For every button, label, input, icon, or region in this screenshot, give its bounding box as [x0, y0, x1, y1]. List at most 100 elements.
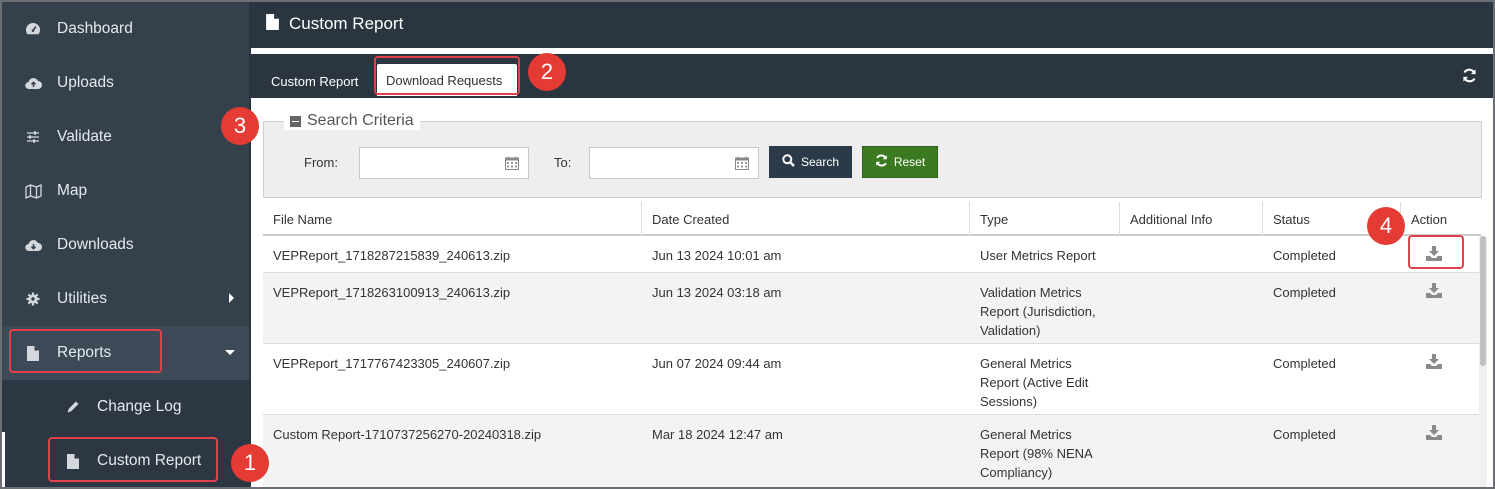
- download-icon[interactable]: [1426, 354, 1442, 372]
- sidebar-item-validate[interactable]: Validate: [2, 110, 249, 164]
- reset-button-label: Reset: [893, 155, 926, 169]
- highlight-reports: [9, 329, 162, 373]
- table-row[interactable]: VEPReport_1718263100913_240613.zip Jun 1…: [263, 273, 1481, 344]
- sidebar-item-label: Validate: [57, 128, 112, 145]
- sidebar: Dashboard Uploads Validate Map Downloads: [2, 2, 249, 487]
- report-panel: Custom Report Download Requests Search C…: [251, 48, 1493, 487]
- cell-type-line: Validation Metrics: [980, 285, 1082, 300]
- search-criteria-title: Search Criteria: [307, 112, 414, 129]
- cell-status: Completed: [1273, 427, 1336, 442]
- highlight-download-action: [1408, 235, 1464, 269]
- cell-date-created: Jun 13 2024 03:18 am: [652, 285, 782, 300]
- cloud-download-icon: [24, 236, 42, 254]
- cell-type: General Metrics Report (98% NENA Complia…: [980, 425, 1093, 482]
- cell-type-line: General Metrics: [980, 427, 1072, 442]
- sidebar-item-label: Change Log: [97, 398, 182, 415]
- column-header-date-created[interactable]: Date Created: [652, 212, 729, 227]
- cell-type: General Metrics Report (Active Edit Sess…: [980, 354, 1088, 411]
- cell-date-created: Jun 13 2024 10:01 am: [652, 248, 782, 263]
- cell-status: Completed: [1273, 285, 1336, 300]
- pencil-icon: [64, 398, 82, 416]
- callout-badge-2: 2: [528, 53, 566, 91]
- page-title: Custom Report: [289, 14, 404, 33]
- cell-file-name: VEPReport_1718287215839_240613.zip: [273, 248, 511, 263]
- cell-type: User Metrics Report: [980, 248, 1096, 263]
- sidebar-item-dashboard[interactable]: Dashboard: [2, 2, 249, 56]
- sliders-icon: [24, 128, 42, 146]
- column-header-action: Action: [1411, 212, 1448, 227]
- callout-badge-3: 3: [221, 107, 259, 145]
- sidebar-item-label: Utilities: [57, 290, 107, 307]
- to-label: To:: [554, 155, 572, 170]
- cell-status: Completed: [1273, 248, 1336, 263]
- from-date-field[interactable]: [359, 147, 529, 179]
- cell-date-created: Mar 18 2024 12:47 am: [652, 427, 783, 442]
- cell-status: Completed: [1273, 356, 1336, 371]
- download-icon[interactable]: [1426, 425, 1442, 443]
- search-button-label: Search: [800, 155, 840, 169]
- from-label: From:: [304, 155, 338, 170]
- sidebar-item-label: Map: [57, 182, 88, 199]
- sidebar-item-label: Downloads: [57, 236, 134, 253]
- app-window: Dashboard Uploads Validate Map Downloads: [0, 0, 1495, 489]
- column-header-file-name[interactable]: File Name: [273, 212, 332, 227]
- to-date-field[interactable]: [589, 147, 759, 179]
- callout-badge-1: 1: [231, 444, 269, 482]
- sidebar-item-label: Uploads: [57, 74, 114, 91]
- search-button[interactable]: Search: [769, 146, 852, 178]
- cell-type-line: Report (98% NENA: [980, 446, 1093, 461]
- file-icon: [266, 14, 279, 33]
- chevron-down-icon: [225, 348, 235, 359]
- calendar-icon[interactable]: [505, 156, 519, 173]
- cell-file-name: VEPReport_1718263100913_240613.zip: [273, 285, 511, 300]
- collapse-icon[interactable]: [290, 115, 301, 127]
- search-criteria-legend[interactable]: Search Criteria: [284, 112, 420, 130]
- cloud-upload-icon: [24, 74, 42, 92]
- page-header: Custom Report: [249, 2, 1493, 46]
- gear-icon: [24, 290, 42, 308]
- map-icon: [24, 182, 42, 200]
- dashboard-icon: [24, 20, 42, 38]
- column-divider: [1119, 202, 1120, 236]
- refresh-icon: [875, 154, 888, 170]
- sidebar-item-map[interactable]: Map: [2, 164, 249, 218]
- cell-type-line: Validation): [980, 323, 1041, 338]
- cell-type-line: Report (Active Edit: [980, 375, 1089, 390]
- search-criteria-fieldset: Search Criteria From: To: Search Reset: [263, 112, 1482, 198]
- cell-file-name: Custom Report-1710737256270-20240318.zip: [273, 427, 542, 442]
- cell-type-line: Sessions): [980, 394, 1038, 409]
- sidebar-item-change-log[interactable]: Change Log: [2, 380, 249, 434]
- cell-type: Validation Metrics Report (Jurisdiction,…: [980, 283, 1096, 340]
- callout-badge-4: 4: [1367, 207, 1405, 245]
- scrollbar-thumb[interactable]: [1480, 236, 1486, 366]
- highlight-download-requests: [374, 56, 520, 95]
- column-divider: [641, 202, 642, 236]
- sidebar-item-downloads[interactable]: Downloads: [2, 218, 249, 272]
- sidebar-item-label: Dashboard: [57, 20, 133, 37]
- table-scrollbar[interactable]: [1479, 236, 1487, 487]
- sidebar-item-utilities[interactable]: Utilities: [2, 272, 249, 326]
- column-divider: [1262, 202, 1263, 236]
- table-row[interactable]: VEPReport_1718287215839_240613.zip Jun 1…: [263, 236, 1481, 273]
- reset-button[interactable]: Reset: [862, 146, 938, 178]
- column-header-type[interactable]: Type: [980, 212, 1008, 227]
- table-row[interactable]: Custom Report-1710737256270-20240318.zip…: [263, 415, 1481, 487]
- column-header-additional-info[interactable]: Additional Info: [1130, 212, 1212, 227]
- chevron-right-icon: [228, 292, 235, 306]
- tab-custom-report[interactable]: Custom Report: [271, 64, 358, 98]
- download-icon[interactable]: [1426, 283, 1442, 301]
- table-row[interactable]: VEPReport_1717767423305_240607.zip Jun 0…: [263, 344, 1481, 415]
- cell-type-line: Compliancy): [980, 465, 1053, 480]
- table-header: File Name Date Created Type Additional I…: [263, 202, 1481, 236]
- cell-type-line: Report (Jurisdiction,: [980, 304, 1096, 319]
- cell-type-line: General Metrics: [980, 356, 1072, 371]
- column-header-status[interactable]: Status: [1273, 212, 1310, 227]
- cell-file-name: VEPReport_1717767423305_240607.zip: [273, 356, 511, 371]
- refresh-icon[interactable]: [1462, 68, 1477, 86]
- column-divider: [969, 202, 970, 236]
- search-icon: [782, 154, 795, 170]
- sidebar-item-uploads[interactable]: Uploads: [2, 56, 249, 110]
- calendar-icon[interactable]: [735, 156, 749, 173]
- active-indicator: [2, 432, 5, 487]
- cell-date-created: Jun 07 2024 09:44 am: [652, 356, 782, 371]
